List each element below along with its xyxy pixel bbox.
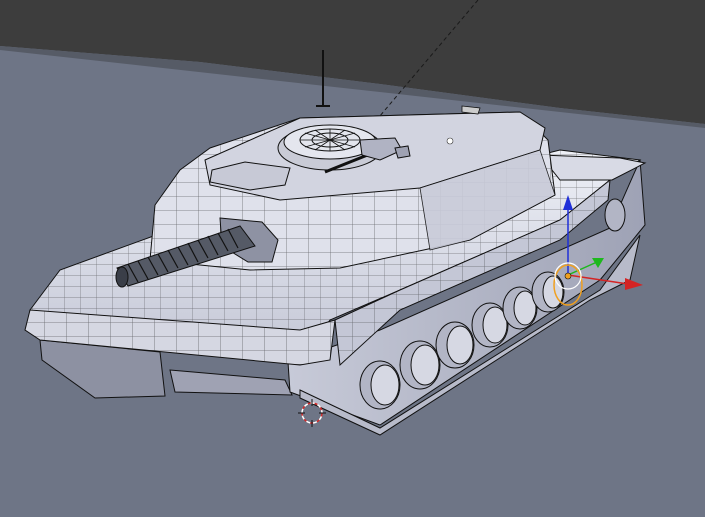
3d-viewport[interactable]: [0, 0, 705, 517]
pivot-point: [564, 272, 572, 280]
